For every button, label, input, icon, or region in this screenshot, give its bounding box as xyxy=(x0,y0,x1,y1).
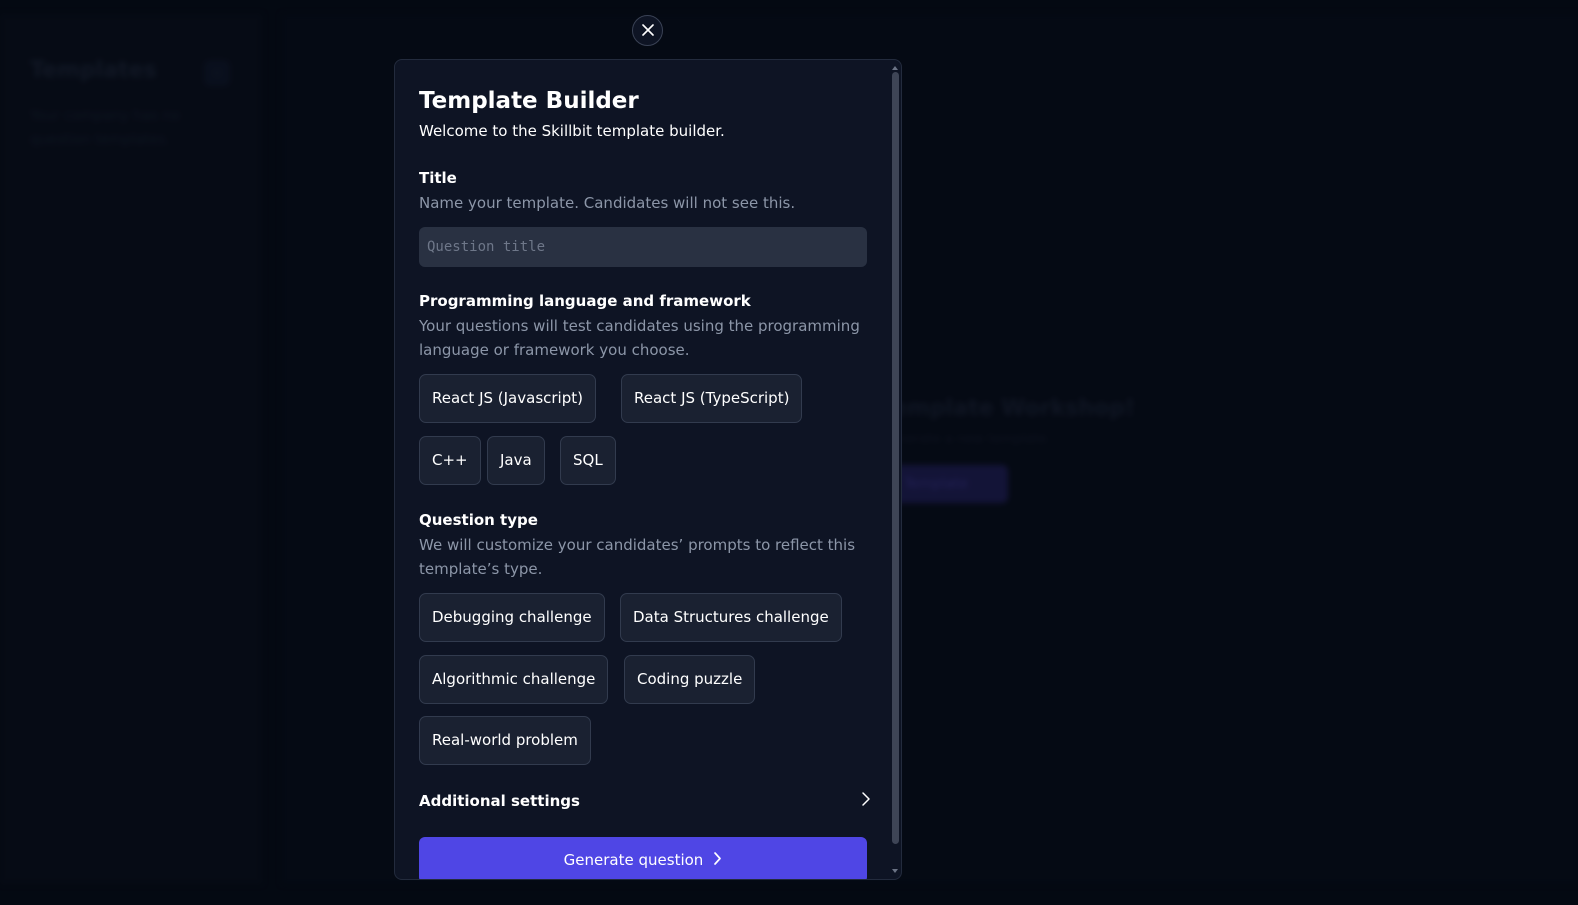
type-option-algorithmic[interactable]: Algorithmic challenge xyxy=(419,655,609,704)
additional-settings-toggle[interactable]: Additional settings xyxy=(419,788,871,814)
generate-question-button[interactable]: Generate question xyxy=(419,837,867,879)
type-option-coding-puzzle[interactable]: Coding puzzle xyxy=(624,655,756,704)
language-option-react-js-typescript[interactable]: React JS (TypeScript) xyxy=(621,374,803,423)
language-section-label: Programming language and framework xyxy=(419,292,751,310)
scroll-down-arrow-icon[interactable] xyxy=(892,869,898,873)
type-option-data-structures[interactable]: Data Structures challenge xyxy=(620,593,842,642)
type-section-help: We will customize your candidates’ promp… xyxy=(419,536,856,578)
question-title-input[interactable] xyxy=(419,227,867,267)
language-option-sql[interactable]: SQL xyxy=(560,436,616,485)
generate-question-label: Generate question xyxy=(563,851,704,869)
modal-content: Template Builder Welcome to the Skillbit… xyxy=(395,60,889,879)
language-option-react-js-javascript[interactable]: React JS (Javascript) xyxy=(419,374,596,423)
chevron-right-icon xyxy=(861,791,871,811)
title-section-label: Title xyxy=(419,169,457,187)
modal-title: Template Builder xyxy=(419,88,639,114)
title-section-help: Name your template. Candidates will not … xyxy=(419,194,796,212)
scrollbar-thumb[interactable] xyxy=(892,72,899,844)
close-icon xyxy=(641,21,654,40)
type-option-real-world[interactable]: Real-world problem xyxy=(419,716,591,765)
type-option-debugging[interactable]: Debugging challenge xyxy=(419,593,605,642)
language-section-help: Your questions will test candidates usin… xyxy=(419,317,860,359)
additional-settings-label: Additional settings xyxy=(419,792,580,810)
language-option-java[interactable]: Java xyxy=(487,436,545,485)
scroll-up-arrow-icon[interactable] xyxy=(892,66,898,70)
type-section-label: Question type xyxy=(419,511,538,529)
modal-scrollbar[interactable] xyxy=(890,62,900,877)
chevron-right-icon xyxy=(713,851,722,870)
template-builder-modal: Template Builder Welcome to the Skillbit… xyxy=(394,59,902,880)
modal-subtitle: Welcome to the Skillbit template builder… xyxy=(419,122,725,140)
language-option-cpp[interactable]: C++ xyxy=(419,436,481,485)
close-modal-button[interactable] xyxy=(632,15,663,46)
